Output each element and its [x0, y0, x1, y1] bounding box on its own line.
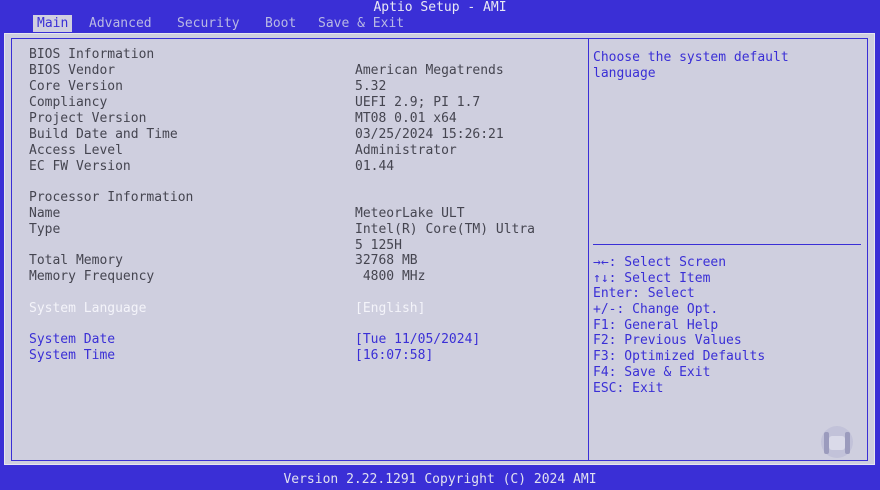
- tab-security[interactable]: Security: [173, 15, 244, 32]
- setup-inner-frame: BIOS Information BIOS Vendor American Me…: [11, 38, 868, 461]
- build-date-label: Build Date and Time: [29, 127, 178, 142]
- help-panel: Choose the system default language →←: S…: [589, 39, 867, 460]
- key-enter-select: Enter: Select: [593, 286, 695, 302]
- tab-save-exit[interactable]: Save & Exit: [314, 15, 408, 32]
- processor-name-value: MeteorLake ULT: [355, 206, 465, 221]
- processor-type-value-line2: 5 125H: [355, 238, 402, 253]
- tab-boot[interactable]: Boot: [261, 15, 300, 32]
- setup-frame: BIOS Information BIOS Vendor American Me…: [4, 33, 875, 465]
- memory-frequency-value: 4800 MHz: [355, 269, 426, 284]
- key-previous-values: F2: Previous Values: [593, 333, 742, 349]
- processor-name-label: Name: [29, 206, 61, 221]
- core-version-label: Core Version: [29, 79, 123, 94]
- core-version-value: 5.32: [355, 79, 387, 94]
- key-legend: →←: Select Screen ↑↓: Select Item Enter:…: [593, 255, 765, 396]
- system-date-label[interactable]: System Date: [29, 332, 115, 348]
- system-time-value[interactable]: [16:07:58]: [355, 348, 433, 364]
- ec-fw-version-label: EC FW Version: [29, 159, 131, 174]
- window-title: Aptio Setup - AMI: [0, 0, 880, 15]
- key-save-exit: F4: Save & Exit: [593, 364, 711, 380]
- key-optimized-defaults: F3: Optimized Defaults: [593, 349, 766, 365]
- access-level-label: Access Level: [29, 143, 123, 158]
- key-select-item: ↑↓: Select Item: [593, 270, 711, 286]
- compliancy-value: UEFI 2.9; PI 1.7: [355, 95, 481, 110]
- key-select-screen: →←: Select Screen: [593, 255, 727, 270]
- processor-info-heading: Processor Information: [29, 190, 194, 205]
- watermark-logo-icon: [821, 426, 853, 458]
- key-change-opt: +/-: Change Opt.: [593, 302, 719, 318]
- total-memory-label: Total Memory: [29, 253, 123, 268]
- main-panel: BIOS Information BIOS Vendor American Me…: [12, 39, 588, 460]
- bios-vendor-label: BIOS Vendor: [29, 63, 116, 78]
- tab-bar: Main Advanced Security Boot Save & Exit: [0, 15, 880, 32]
- tab-main[interactable]: Main: [33, 15, 73, 32]
- system-date-value[interactable]: [Tue 11/05/2024]: [355, 332, 480, 348]
- system-language-label[interactable]: System Language: [29, 301, 146, 317]
- help-text: Choose the system default language: [593, 50, 789, 81]
- footer-version: Version 2.22.1291 Copyright (C) 2024 AMI: [0, 470, 880, 490]
- total-memory-value: 32768 MB: [355, 253, 418, 268]
- processor-type-label: Type: [29, 222, 61, 237]
- help-divider: [593, 244, 861, 245]
- project-version-label: Project Version: [29, 111, 147, 126]
- bios-info-heading: BIOS Information: [29, 47, 155, 62]
- compliancy-label: Compliancy: [29, 95, 108, 110]
- build-date-value: 03/25/2024 15:26:21: [355, 127, 504, 142]
- key-general-help: F1: General Help: [593, 317, 719, 333]
- system-time-label[interactable]: System Time: [29, 348, 115, 364]
- bios-vendor-value: American Megatrends: [355, 63, 504, 78]
- key-esc-exit: ESC: Exit: [593, 380, 664, 396]
- tab-advanced[interactable]: Advanced: [85, 15, 156, 32]
- system-language-value[interactable]: [English]: [355, 301, 425, 317]
- project-version-value: MT08 0.01 x64: [355, 111, 457, 126]
- memory-frequency-label: Memory Frequency: [29, 269, 155, 284]
- access-level-value: Administrator: [355, 143, 457, 158]
- ec-fw-version-value: 01.44: [355, 159, 395, 174]
- processor-type-value-line1: Intel(R) Core(TM) Ultra: [355, 222, 536, 237]
